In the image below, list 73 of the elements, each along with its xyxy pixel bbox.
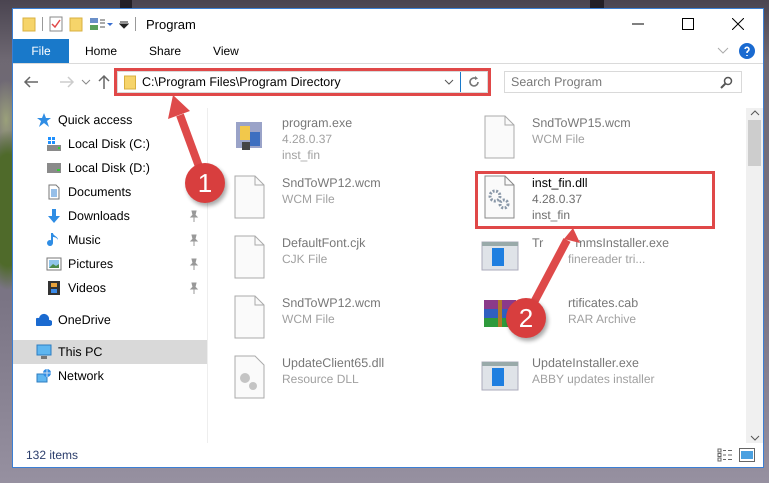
file-detail: inst_fin [532,208,570,222]
chevron-icon [717,47,729,55]
star-icon [36,112,52,128]
file-detail: RAR Archive [568,312,636,326]
chevron-icon [750,108,760,118]
nav-item[interactable]: Videos [46,276,110,300]
file-detail: finereader tri... [568,252,646,266]
document-icon [46,184,62,200]
nav-item[interactable]: Network [36,364,108,388]
file-name: UpdateClient65.dll [282,356,384,370]
file-detail: WCM File [532,132,585,146]
forward-arrow-icon [59,74,75,90]
help-icon [739,43,755,59]
nav-item[interactable]: OneDrive [36,308,115,332]
file-name: Tr [532,236,544,250]
file-detail: ABBY updates installer [532,372,655,386]
cloud-icon [36,312,52,328]
ribbon-tab[interactable]: Home [69,39,134,63]
picture-frame-icon [46,256,62,272]
file-detail: 4.28.0.37 [282,132,332,146]
chevron-icon [444,78,454,86]
file-name: inst_fin.dll [532,176,588,190]
item-count: 132 items [26,448,78,462]
file-name: DefaultFont.cjk [282,236,366,250]
maximize-icon [682,18,694,30]
folder-icon [22,16,36,32]
back-arrow-icon [23,74,39,90]
nav-item[interactable]: Music [46,228,105,252]
file-detail: 4.28.0.37 [532,192,582,206]
network-icon [36,368,52,384]
chevron-icon [81,77,91,87]
file-menu-button[interactable]: File [13,39,69,63]
file-detail: WCM File [282,192,335,206]
scrollbar[interactable] [746,108,763,443]
window-title: Program [146,16,196,32]
file-detail: Resource DLL [282,372,359,386]
file-name: rtificates.cab [568,296,638,310]
file-detail: WCM File [282,312,335,326]
file-name: mmsInstaller.exe [575,236,670,250]
file-name: SndToWP15.wcm [532,116,631,130]
nav-item[interactable]: Quick access [36,108,136,132]
refresh-icon [467,75,481,89]
checklist-icon [49,16,63,32]
large-icons-view-icon [739,448,755,462]
up-arrow-icon [97,74,111,90]
drive-icon [46,160,62,176]
nav-item[interactable]: Pictures [46,252,118,276]
monitor-icon [36,344,52,360]
file-name: program.exe [282,116,352,130]
file-detail: CJK File [282,252,328,266]
close-icon [732,18,744,30]
file-name: SndToWP12.wcm [282,176,381,190]
file-name: SndToWP12.wcm [282,296,381,310]
details-view-icon [717,448,733,462]
nav-item[interactable]: Downloads [46,204,134,228]
ribbon-tab[interactable]: Share [133,39,198,63]
properties-icon [89,16,113,32]
chevron-icon [750,433,760,443]
folder-icon [69,16,83,32]
nav-item[interactable]: Local Disk (C:) [46,132,154,156]
drive-icon [46,136,62,152]
nav-item[interactable]: Local Disk (D:) [46,156,154,180]
nav-item[interactable]: This PC [13,340,207,364]
ribbon-tab[interactable]: View [197,39,255,63]
search-field[interactable]: Search Program [504,71,742,93]
file-name: UpdateInstaller.exe [532,356,640,370]
scroll-thumb[interactable] [748,120,761,166]
nav-item[interactable]: Documents [46,180,136,204]
address-bar[interactable]: C:\Program Files\Program Directory [117,71,488,93]
file-detail: inst_fin [282,148,320,162]
down-arrow-icon [46,208,62,224]
folder-icon [124,74,136,90]
film-icon [46,280,62,296]
